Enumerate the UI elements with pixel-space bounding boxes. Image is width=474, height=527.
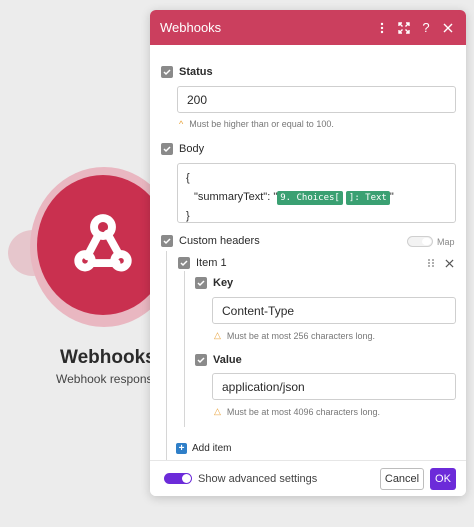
check-icon (197, 357, 205, 364)
body-suffix: " (389, 191, 394, 203)
body-line-open: { (186, 172, 190, 184)
key-hint: △ Must be at most 256 characters long. (214, 330, 375, 341)
status-hint-text: Must be higher than or equal to 100. (189, 119, 334, 129)
dialog-header: Webhooks ? (150, 10, 466, 45)
close-icon[interactable] (438, 18, 458, 38)
key-input[interactable]: Content-Type (212, 297, 456, 324)
key-checkbox[interactable] (195, 277, 207, 289)
mapping-pill[interactable]: 9. Choices[ (277, 191, 343, 205)
value-hint: △ Must be at most 4096 characters long. (214, 406, 380, 417)
body-key: "summaryText": " (194, 191, 278, 203)
tree-line (184, 271, 185, 427)
check-icon (163, 146, 171, 153)
warning-icon: △ (214, 406, 221, 416)
module-title: Webhooks (60, 347, 156, 368)
value-checkbox[interactable] (195, 354, 207, 366)
custom-headers-checkbox[interactable] (161, 235, 173, 247)
value-section: Value (195, 354, 242, 366)
mapping-pill[interactable]: ]: Text (345, 191, 390, 205)
remove-item-icon[interactable] (442, 256, 456, 270)
body-line-content: "summaryText": " 9. Choices[ ]: Text " (186, 188, 447, 207)
expand-icon[interactable] (394, 18, 414, 38)
dialog-footer: Show advanced settings Cancel OK (150, 460, 466, 496)
key-label: Key (213, 277, 234, 289)
value-hint-text: Must be at most 4096 characters long. (226, 406, 381, 417)
status-section: Status (161, 66, 213, 78)
key-hint-text: Must be at most 256 characters long. (226, 330, 375, 341)
advanced-settings-label: Show advanced settings (198, 472, 318, 485)
check-icon (163, 238, 171, 245)
status-label: Status (179, 66, 213, 78)
drag-handle-icon[interactable] (424, 256, 438, 270)
add-item-label: Add item (192, 443, 232, 454)
add-item-button[interactable]: + Add item (176, 443, 231, 454)
module-subtitle: Webhook respons (56, 372, 153, 386)
status-hint: ^ Must be higher than or equal to 100. (179, 119, 334, 129)
webhooks-dialog: Webhooks ? Status 200 ^ Must be higher t… (150, 10, 466, 496)
cancel-button[interactable]: Cancel (380, 467, 424, 490)
help-icon[interactable]: ? (416, 18, 436, 38)
ok-button[interactable]: OK (430, 467, 456, 490)
advanced-settings-toggle[interactable] (164, 473, 192, 484)
item-1-label: Item 1 (196, 257, 227, 269)
body-label: Body (179, 143, 205, 155)
status-input[interactable]: 200 (177, 86, 456, 113)
dialog-body: Status 200 ^ Must be higher than or equa… (150, 45, 466, 479)
webhook-icon (74, 214, 132, 272)
status-checkbox[interactable] (161, 66, 173, 78)
body-editor[interactable]: { "summaryText": " 9. Choices[ ]: Text " } (177, 163, 456, 223)
key-section: Key (195, 277, 233, 289)
item-1-checkbox[interactable] (178, 257, 190, 269)
value-input[interactable]: application/json (212, 373, 456, 400)
check-icon (180, 260, 188, 267)
more-vertical-icon[interactable] (372, 18, 392, 38)
tree-line (166, 251, 167, 479)
custom-headers-section: Custom headers (161, 235, 260, 247)
warning-icon: ^ (179, 119, 184, 129)
check-icon (163, 69, 171, 76)
item-1-row: Item 1 (178, 257, 227, 269)
body-checkbox[interactable] (161, 143, 173, 155)
custom-headers-label: Custom headers (179, 235, 260, 247)
dialog-title: Webhooks (160, 20, 222, 35)
value-label: Value (213, 354, 242, 366)
map-label: Map (437, 237, 455, 247)
warning-icon: △ (214, 330, 221, 340)
map-toggle[interactable] (407, 236, 433, 247)
check-icon (197, 280, 205, 287)
body-section: Body (161, 143, 204, 155)
body-line-close: } (186, 210, 190, 222)
plus-icon: + (176, 443, 187, 454)
